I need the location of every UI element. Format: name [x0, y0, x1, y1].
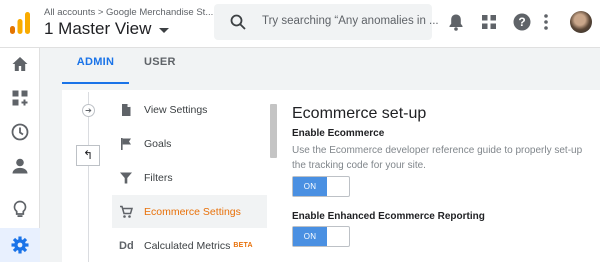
top-app-bar: All accounts > Google Merchandise St... …	[0, 0, 600, 48]
admin-user-tabs: ADMIN USER	[62, 50, 600, 84]
analytics-logo-icon[interactable]	[10, 12, 30, 34]
help-icon[interactable]: ?	[512, 12, 532, 32]
audience-person-icon[interactable]	[10, 156, 30, 176]
beta-badge: BETA	[233, 242, 253, 249]
svg-text:?: ?	[518, 15, 525, 29]
menu-item-label: Filters	[144, 171, 173, 184]
view-selector[interactable]: 1 Master View	[44, 19, 170, 39]
realtime-clock-icon[interactable]	[10, 122, 30, 142]
timeline-arrow-icon: ➔	[82, 104, 95, 117]
menu-item-label: Ecommerce Settings	[144, 205, 241, 218]
enhanced-ecommerce-toggle[interactable]: ON	[292, 226, 350, 247]
enhanced-ecommerce-label: Enable Enhanced Ecommerce Reporting	[292, 211, 485, 222]
search-bar[interactable]: Try searching “Any anomalies in ...	[214, 4, 439, 40]
left-navigation	[0, 48, 40, 262]
document-icon	[122, 103, 131, 116]
tab-user[interactable]: USER	[144, 50, 175, 84]
search-input[interactable]: Try searching “Any anomalies in ...	[262, 15, 439, 27]
enable-ecommerce-label: Enable Ecommerce	[292, 128, 385, 139]
enable-ecommerce-description: Use the Ecommerce developer reference gu…	[292, 145, 583, 171]
menu-item-view-settings[interactable]: View Settings	[112, 93, 267, 126]
user-avatar[interactable]	[570, 11, 592, 33]
calculated-metrics-dd-icon: Dd	[119, 239, 134, 252]
cart-icon	[120, 205, 133, 218]
flag-icon	[121, 137, 131, 150]
enable-ecommerce-toggle[interactable]: ON	[292, 176, 350, 197]
filter-icon	[120, 172, 132, 183]
menu-item-goals[interactable]: Goals	[112, 127, 267, 160]
toggle-on-label: ON	[293, 227, 327, 246]
more-options-icon[interactable]	[540, 12, 552, 32]
caret-down-icon	[159, 27, 170, 33]
section-title: Ecommerce set-up	[292, 105, 427, 122]
menu-item-ecommerce-settings[interactable]: Ecommerce Settings	[112, 195, 267, 228]
back-arrow-button[interactable]: ↰	[76, 145, 100, 166]
notifications-bell-icon[interactable]	[446, 12, 466, 32]
menu-scrollbar[interactable]	[270, 104, 277, 158]
toggle-on-label: ON	[293, 177, 327, 196]
customization-dashboard-icon[interactable]	[10, 88, 30, 108]
menu-item-label: Calculated Metrics	[144, 239, 231, 252]
view-title: 1 Master View	[44, 19, 152, 38]
menu-item-label: Goals	[144, 137, 172, 150]
home-icon[interactable]	[10, 54, 30, 74]
menu-item-filters[interactable]: Filters	[112, 161, 267, 194]
search-icon	[230, 14, 246, 30]
tab-admin[interactable]: ADMIN	[62, 50, 129, 84]
admin-gear-icon[interactable]	[10, 235, 30, 255]
menu-item-label: View Settings	[144, 103, 208, 116]
menu-item-calculated-metrics[interactable]: Dd Calculated Metrics BETA	[112, 229, 267, 262]
discover-lightbulb-icon[interactable]	[10, 199, 30, 219]
apps-grid-icon[interactable]	[479, 12, 499, 32]
column-timeline-line	[88, 92, 89, 262]
account-breadcrumb[interactable]: All accounts > Google Merchandise St...	[44, 7, 213, 18]
